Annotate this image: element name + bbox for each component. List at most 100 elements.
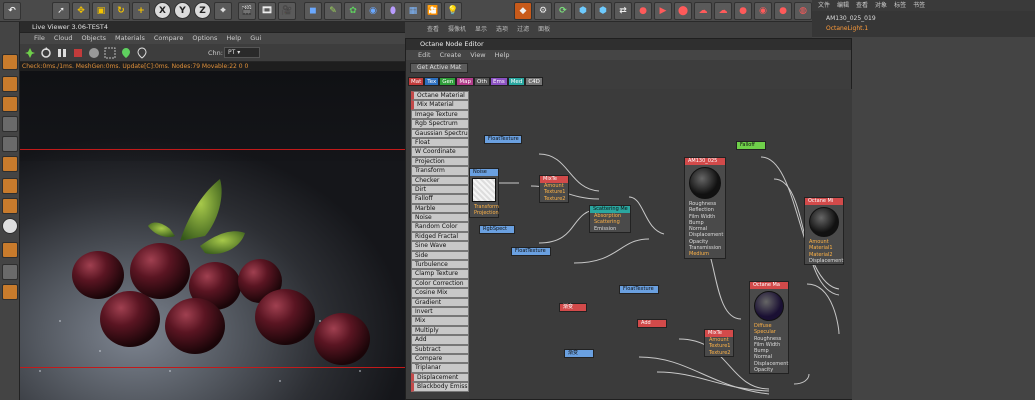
object-item[interactable]: AM130_025_019 bbox=[816, 15, 876, 23]
node-octane-mat[interactable]: Octane Ma Diffuse Specular Roughness Film Wi… bbox=[749, 281, 789, 375]
node-input-pin[interactable]: Texture1 bbox=[540, 189, 568, 195]
cn-menu-view[interactable]: 查看 bbox=[427, 22, 439, 38]
cn-menu-options[interactable]: 选项 bbox=[496, 22, 508, 38]
cn-menu-panel[interactable]: 面板 bbox=[538, 22, 550, 38]
lv-menu-gui[interactable]: Gui bbox=[250, 33, 261, 44]
lv-menu-help[interactable]: Help bbox=[226, 33, 241, 44]
palette-item[interactable]: Subtract bbox=[411, 344, 469, 354]
lv-menu-cloud[interactable]: Cloud bbox=[54, 33, 73, 44]
cn-menu-filter[interactable]: 过滤 bbox=[517, 22, 529, 38]
ne-menu-create[interactable]: Create bbox=[440, 50, 462, 60]
settings-gear-icon[interactable]: ⚙ bbox=[534, 2, 552, 20]
node-noise[interactable]: Noise Transform Projection bbox=[469, 168, 499, 218]
palette-item[interactable]: Image Texture bbox=[411, 109, 469, 120]
palette-item[interactable]: Side bbox=[411, 250, 469, 261]
node-input-pin[interactable]: Emission bbox=[590, 226, 630, 232]
node-float-texture-3[interactable]: FloatTexture bbox=[619, 285, 659, 294]
pen-icon[interactable]: ✎ bbox=[324, 2, 342, 20]
edges-mode-icon[interactable] bbox=[2, 136, 18, 152]
scene-icon[interactable]: ⬮ bbox=[384, 2, 402, 20]
palette-item[interactable]: Marble bbox=[411, 203, 469, 214]
floor-icon[interactable]: ▦ bbox=[404, 2, 422, 20]
tweak-icon[interactable] bbox=[2, 198, 18, 214]
lv-menu-options[interactable]: Options bbox=[192, 33, 217, 44]
material-icon[interactable]: ⬢ bbox=[574, 2, 592, 20]
rotate-icon[interactable]: ↻ bbox=[112, 2, 130, 20]
lv-menu-file[interactable]: File bbox=[34, 33, 45, 44]
snap-icon[interactable] bbox=[2, 218, 18, 234]
rp-menu-object[interactable]: 对象 bbox=[875, 0, 887, 11]
send-scene-icon[interactable] bbox=[24, 47, 36, 59]
rp-menu-bookmark[interactable]: 书签 bbox=[913, 0, 925, 11]
ne-menu-edit[interactable]: Edit bbox=[418, 50, 431, 60]
node-float-texture-1[interactable]: FloatTexture bbox=[484, 135, 522, 144]
palette-item[interactable]: Gradient bbox=[411, 297, 469, 307]
node-mixtex-2[interactable]: MixTe Amount Texture1 Texture2 bbox=[704, 329, 734, 357]
category-tab-mat[interactable]: Mat bbox=[408, 77, 425, 86]
palette-item[interactable]: Random Color bbox=[411, 222, 469, 232]
palette-item[interactable]: Add bbox=[411, 335, 469, 345]
clay-mode-icon[interactable] bbox=[88, 47, 100, 59]
move-icon[interactable]: ✥ bbox=[72, 2, 90, 20]
camera-icon[interactable]: 🎦 bbox=[424, 2, 442, 20]
node-input-pin[interactable]: Texture2 bbox=[540, 196, 568, 202]
node-input-pin[interactable]: Opacity bbox=[750, 367, 788, 373]
palette-item[interactable]: Rgb Spectrum bbox=[411, 119, 469, 129]
coord-system-icon[interactable]: ⌖ bbox=[214, 2, 232, 20]
palette-item[interactable]: Multiply bbox=[411, 325, 469, 336]
node-input-pin[interactable]: Displacement bbox=[685, 232, 725, 238]
lv-menu-objects[interactable]: Objects bbox=[81, 33, 106, 44]
polygons-mode-icon[interactable] bbox=[2, 156, 18, 172]
node-rgbspect[interactable]: RgbSpect bbox=[479, 225, 515, 234]
scale-icon[interactable]: ▣ bbox=[92, 2, 110, 20]
palette-item[interactable]: Octane Material bbox=[411, 91, 469, 101]
x-axis-icon[interactable]: X bbox=[154, 2, 171, 19]
rec-icon-5[interactable]: ● bbox=[774, 2, 792, 20]
palette-item[interactable]: Invert bbox=[411, 306, 469, 317]
octane-icon[interactable]: ◆ bbox=[514, 2, 532, 20]
rp-menu-view[interactable]: 查看 bbox=[856, 0, 868, 11]
node-input-pin[interactable]: Displacement bbox=[805, 258, 843, 264]
deformer-icon[interactable]: ◉ bbox=[364, 2, 382, 20]
node-float-texture-2[interactable]: FloatTexture bbox=[511, 247, 551, 256]
cn-menu-display[interactable]: 显示 bbox=[475, 22, 487, 38]
select-arrow-icon[interactable]: ➚ bbox=[52, 2, 70, 20]
rec-icon-4[interactable]: ◉ bbox=[754, 2, 772, 20]
rec-icon-3[interactable]: ● bbox=[734, 2, 752, 20]
category-tab-c4d[interactable]: C4D bbox=[525, 77, 543, 86]
lv-menu-materials[interactable]: Materials bbox=[115, 33, 145, 44]
rp-menu-edit[interactable]: 编辑 bbox=[837, 0, 849, 11]
rec-icon-2[interactable]: ⬤ bbox=[674, 2, 692, 20]
region-render-icon[interactable] bbox=[104, 47, 116, 59]
node-input-pin[interactable]: Texture2 bbox=[705, 350, 733, 356]
axis-mode-icon[interactable] bbox=[2, 178, 18, 194]
lock-icon[interactable] bbox=[2, 242, 18, 258]
cloud-icon-2[interactable]: ☁ bbox=[714, 2, 732, 20]
node-am130[interactable]: AM130_025 Roughness Reflection Film Width Bu… bbox=[684, 157, 726, 259]
material-2-icon[interactable]: ⬢ bbox=[594, 2, 612, 20]
rp-menu-tag[interactable]: 标签 bbox=[894, 0, 906, 11]
model-mode-icon[interactable] bbox=[2, 54, 18, 70]
pause-icon[interactable] bbox=[56, 47, 68, 59]
palette-item[interactable]: Mix bbox=[411, 316, 469, 326]
render-viewport[interactable] bbox=[20, 71, 405, 400]
node-falloff[interactable]: Falloff bbox=[736, 141, 766, 150]
rec-icon-6[interactable]: ◍ bbox=[794, 2, 812, 20]
palette-item[interactable]: Ridged Fractal bbox=[411, 231, 469, 242]
palette-item[interactable]: Dirt bbox=[411, 184, 469, 195]
palette-item[interactable]: Triplanar bbox=[411, 363, 469, 373]
subdivision-icon[interactable]: ✿ bbox=[344, 2, 362, 20]
category-tab-oth[interactable]: Oth bbox=[474, 77, 490, 86]
render-view-icon[interactable]: 🎬 bbox=[238, 2, 256, 20]
palette-item[interactable]: Transform bbox=[411, 166, 469, 176]
node-input-pin[interactable]: Medium bbox=[685, 251, 725, 257]
category-tab-gen[interactable]: Gen bbox=[439, 77, 457, 86]
palette-item[interactable]: Clamp Texture bbox=[411, 269, 469, 279]
palette-item[interactable]: Sine Wave bbox=[411, 241, 469, 251]
palette-item[interactable]: Checker bbox=[411, 175, 469, 185]
node-cn-node-1[interactable]: 渐变 bbox=[559, 303, 587, 312]
palette-item[interactable]: Projection bbox=[411, 156, 469, 167]
rp-menu-file[interactable]: 文件 bbox=[818, 0, 830, 11]
grid-icon[interactable] bbox=[2, 264, 18, 280]
channel-select[interactable]: PT ▾ bbox=[224, 47, 260, 58]
